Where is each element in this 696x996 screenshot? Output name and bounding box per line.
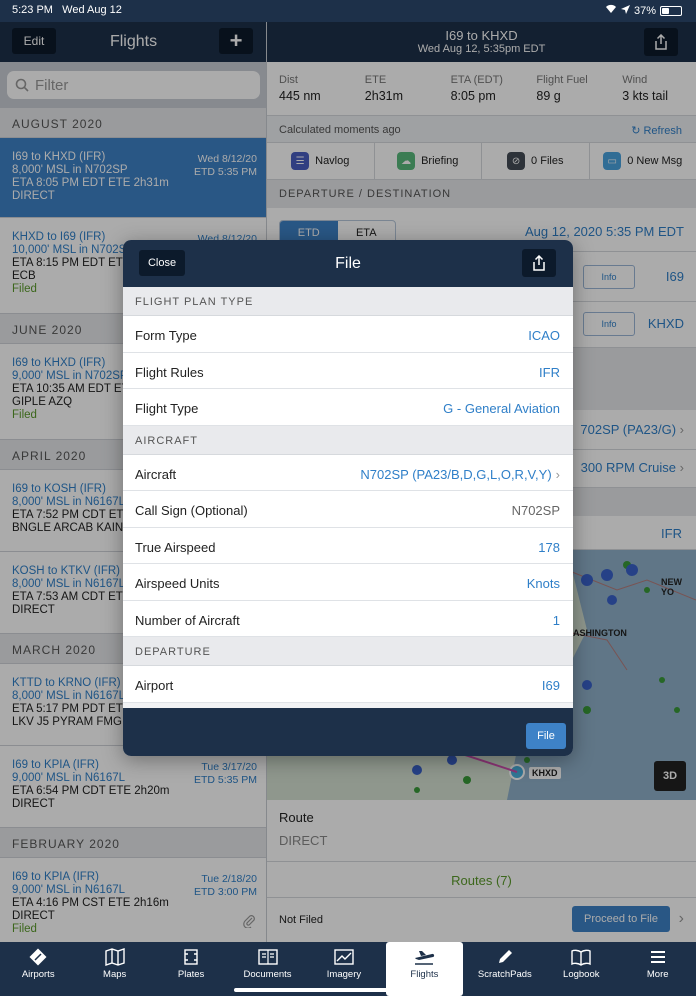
call-sign-row[interactable]: Call Sign (Optional) N702SP (123, 491, 573, 528)
section-departure: DEPARTURE (123, 637, 573, 666)
documents-icon (257, 949, 278, 965)
form-type-row[interactable]: Form Type ICAO (123, 316, 573, 353)
battery-icon (660, 5, 682, 16)
tab-maps[interactable]: Maps (76, 942, 152, 996)
call-sign-value: N702SP (511, 503, 560, 518)
file-modal: Close File FLIGHT PLAN TYPE Form Type IC… (123, 240, 573, 756)
flight-type-row[interactable]: Flight Type G - General Aviation (123, 389, 573, 426)
wifi-icon (605, 4, 617, 17)
modal-share-button[interactable] (522, 249, 556, 277)
tab-scratchpads[interactable]: ScratchPads (467, 942, 543, 996)
chevron-right-icon: › (555, 466, 560, 482)
maps-icon (104, 948, 125, 966)
tab-logbook[interactable]: Logbook (543, 942, 619, 996)
section-aircraft: AIRCRAFT (123, 425, 573, 455)
file-modal-title: File (335, 255, 361, 272)
tab-plates[interactable]: Plates (153, 942, 229, 996)
battery-percent: 37% (633, 4, 656, 17)
file-button[interactable]: File (526, 723, 566, 749)
tab-more[interactable]: More (620, 942, 696, 996)
scratchpads-icon (498, 950, 512, 963)
flights-icon (415, 951, 435, 965)
number-of-aircraft-value: 1 (552, 612, 560, 628)
flight-rules-value: IFR (539, 364, 560, 380)
departure-airport-row[interactable]: Airport I69 (123, 666, 573, 703)
status-right: 37% (605, 4, 682, 17)
departure-airport-value: I69 (541, 678, 560, 693)
more-icon (650, 951, 665, 963)
section-flight-plan-type: FLIGHT PLAN TYPE (123, 287, 573, 316)
plates-icon (184, 949, 198, 965)
status-bar: 5:23 PM Wed Aug 12 37% (0, 0, 696, 22)
aircraft-value: N702SP (PA23/B,D,G,L,O,R,V,Y) › (360, 466, 560, 482)
share-icon (533, 255, 545, 271)
file-modal-header: Close File (123, 240, 573, 287)
location-icon (620, 4, 630, 17)
home-indicator (234, 988, 462, 992)
flight-type-value: G - General Aviation (443, 401, 560, 416)
tab-airports[interactable]: Airports (0, 942, 76, 996)
logbook-icon (571, 949, 591, 966)
imagery-icon (334, 949, 354, 965)
file-modal-body: FLIGHT PLAN TYPE Form Type ICAO Flight R… (123, 287, 573, 708)
file-modal-footer: File (123, 708, 573, 756)
airports-icon (29, 948, 47, 966)
true-airspeed-row[interactable]: True Airspeed 178 (123, 527, 573, 564)
number-of-aircraft-row[interactable]: Number of Aircraft 1 (123, 600, 573, 637)
airspeed-units-row[interactable]: Airspeed Units Knots (123, 564, 573, 601)
true-airspeed-value: 178 (538, 539, 560, 555)
flight-rules-row[interactable]: Flight Rules IFR (123, 352, 573, 389)
form-type-value: ICAO (528, 328, 560, 343)
aircraft-row[interactable]: Aircraft N702SP (PA23/B,D,G,L,O,R,V,Y) › (123, 454, 573, 491)
airspeed-units-value: Knots (526, 576, 560, 591)
status-time-date: 5:23 PM Wed Aug 12 (12, 4, 122, 16)
